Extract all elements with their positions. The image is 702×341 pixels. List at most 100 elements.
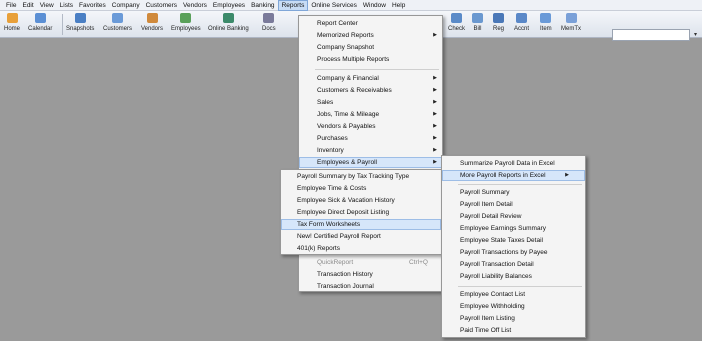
menu-vendors[interactable]: Vendors (180, 0, 210, 11)
toolbar-docs-button[interactable]: Docs (262, 13, 276, 36)
toolbar-label: Employees (171, 26, 201, 32)
search-dropdown-arrow-icon[interactable]: ▾ (691, 30, 700, 40)
menu-item-payroll-transaction-detail[interactable]: Payroll Transaction Detail (442, 259, 585, 270)
toolbar-calendar-button[interactable]: Calendar (28, 13, 52, 36)
menu-edit[interactable]: Edit (19, 0, 36, 11)
toolbar-label: Vendors (141, 26, 164, 32)
menu-item-transaction-journal[interactable]: Transaction Journal (299, 281, 442, 292)
check-icon (451, 13, 462, 23)
menu-item-label: Customers & Receivables (317, 87, 392, 94)
toolbar-accnt-button[interactable]: Accnt (514, 13, 529, 36)
menu-item-label: Purchases (317, 135, 348, 142)
menu-item-label: Jobs, Time & Mileage (317, 111, 380, 118)
menu-customers[interactable]: Customers (143, 0, 180, 11)
submenu-arrow-icon: ▶ (433, 123, 437, 129)
toolbar-label: Docs (262, 26, 276, 32)
menu-item-sales[interactable]: Sales ▶ (299, 97, 442, 108)
toolbar-snapshots-button[interactable]: Snapshots (66, 13, 94, 36)
toolbar-label: Accnt (514, 26, 530, 32)
menu-item-certified-payroll-report[interactable]: New! Certified Payroll Report (281, 231, 441, 242)
toolbar-label: MemTx (561, 26, 581, 32)
menu-item-employee-direct-deposit-listing[interactable]: Employee Direct Deposit Listing (281, 207, 441, 218)
toolbar-vendors-button[interactable]: Vendors (141, 13, 163, 36)
toolbar-item-button[interactable]: Item (540, 13, 552, 36)
menu-item-label: More Payroll Reports in Excel (460, 172, 546, 179)
menu-item-employee-time-costs[interactable]: Employee Time & Costs (281, 183, 441, 194)
toolbar-label: Calendar (28, 26, 53, 32)
docs-icon (263, 13, 275, 23)
menu-item-employee-withholding[interactable]: Employee Withholding (442, 301, 585, 312)
menu-item-paid-time-off-list[interactable]: Paid Time Off List (442, 325, 585, 336)
toolbar-label: Bill (473, 26, 482, 32)
menu-item-label: Vendors & Payables (317, 123, 376, 130)
menu-item-401k-reports[interactable]: 401(k) Reports (281, 243, 441, 254)
menu-file[interactable]: File (3, 0, 19, 11)
menu-item-employee-earnings-summary[interactable]: Employee Earnings Summary (442, 223, 585, 234)
submenu-arrow-icon: ▶ (433, 87, 437, 93)
employees-payroll-submenu: Payroll Summary by Tax Tracking Type Emp… (280, 169, 442, 255)
employees-icon (180, 13, 192, 23)
menu-help[interactable]: Help (389, 0, 408, 11)
menu-item-payroll-item-detail[interactable]: Payroll Item Detail (442, 199, 585, 210)
toolbar-memtx-button[interactable]: MemTx (561, 13, 581, 36)
menu-item-transaction-history[interactable]: Transaction History (299, 269, 442, 280)
toolbar-label: Snapshots (66, 26, 95, 32)
menu-item-employee-state-taxes-detail[interactable]: Employee State Taxes Detail (442, 235, 585, 246)
submenu-arrow-icon: ▶ (433, 75, 437, 81)
menu-employees[interactable]: Employees (210, 0, 248, 11)
menu-window[interactable]: Window (360, 0, 389, 11)
menu-item-label: Sales (317, 99, 334, 106)
toolbar-bill-button[interactable]: Bill (472, 13, 483, 36)
menu-item-customers-receivables[interactable]: Customers & Receivables ▶ (299, 85, 442, 96)
menu-item-company-snapshot[interactable]: Company Snapshot (299, 42, 442, 53)
snapshots-icon (74, 13, 86, 23)
menu-item-jobs-time-mileage[interactable]: Jobs, Time & Mileage ▶ (299, 109, 442, 120)
menu-item-memorized-reports[interactable]: Memorized Reports ▶ (299, 30, 442, 41)
shortcut-label: Ctrl+Q (409, 259, 428, 266)
toolbar-online-banking-button[interactable]: Online Banking (208, 13, 249, 36)
menu-item-label: Inventory (317, 147, 344, 154)
menu-item-payroll-summary[interactable]: Payroll Summary (442, 187, 585, 198)
toolbar-check-button[interactable]: Check (448, 13, 465, 36)
menu-item-payroll-item-listing[interactable]: Payroll Item Listing (442, 313, 585, 324)
toolbar-label: Customers (103, 26, 133, 32)
submenu-arrow-icon: ▶ (433, 135, 437, 141)
menu-item-inventory[interactable]: Inventory ▶ (299, 145, 442, 156)
menu-item-employee-contact-list[interactable]: Employee Contact List (442, 289, 585, 300)
account-icon (516, 13, 527, 23)
menu-item-summarize-payroll-data-in-excel[interactable]: Summarize Payroll Data in Excel (442, 158, 585, 169)
payroll-excel-submenu: Summarize Payroll Data in Excel More Pay… (441, 155, 586, 338)
menu-item-vendors-payables[interactable]: Vendors & Payables ▶ (299, 121, 442, 132)
menu-banking[interactable]: Banking (248, 0, 278, 11)
menu-item-employees-payroll[interactable]: Employees & Payroll ▶ (299, 157, 442, 168)
menu-online-services[interactable]: Online Services (308, 0, 360, 11)
menu-separator (458, 184, 582, 185)
menu-item-employee-sick-vacation-history[interactable]: Employee Sick & Vacation History (281, 195, 441, 206)
vendors-icon (146, 13, 158, 23)
search-input[interactable] (612, 29, 690, 41)
memorized-transaction-icon (565, 13, 577, 23)
menu-company[interactable]: Company (109, 0, 143, 11)
menu-item-report-center[interactable]: Report Center (299, 18, 442, 29)
toolbar-employees-button[interactable]: Employees (171, 13, 201, 36)
menu-item-payroll-transactions-by-payee[interactable]: Payroll Transactions by Payee (442, 247, 585, 258)
menu-item-payroll-liability-balances[interactable]: Payroll Liability Balances (442, 271, 585, 282)
bill-icon (472, 13, 483, 23)
menu-lists[interactable]: Lists (57, 0, 76, 11)
toolbar-reg-button[interactable]: Reg (493, 13, 504, 36)
menu-item-tax-form-worksheets[interactable]: Tax Form Worksheets (281, 219, 441, 230)
menu-item-more-payroll-reports-in-excel[interactable]: More Payroll Reports in Excel ▶ (442, 170, 585, 181)
menu-view[interactable]: View (37, 0, 57, 11)
submenu-arrow-icon: ▶ (433, 159, 437, 165)
menu-item-process-multiple-reports[interactable]: Process Multiple Reports (299, 54, 442, 65)
menu-item-payroll-detail-review[interactable]: Payroll Detail Review (442, 211, 585, 222)
menu-item-payroll-summary-by-tax-tracking-type[interactable]: Payroll Summary by Tax Tracking Type (281, 171, 441, 182)
toolbar-customers-button[interactable]: Customers (103, 13, 132, 36)
menu-item-quickreport[interactable]: QuickReport Ctrl+Q (299, 257, 442, 268)
menu-item-purchases[interactable]: Purchases ▶ (299, 133, 442, 144)
menu-favorites[interactable]: Favorites (76, 0, 109, 11)
toolbar-label: Reg (493, 26, 505, 32)
toolbar-home-button[interactable]: Home (4, 13, 20, 36)
menu-reports[interactable]: Reports (277, 0, 309, 11)
menu-item-company-financial[interactable]: Company & Financial ▶ (299, 73, 442, 84)
